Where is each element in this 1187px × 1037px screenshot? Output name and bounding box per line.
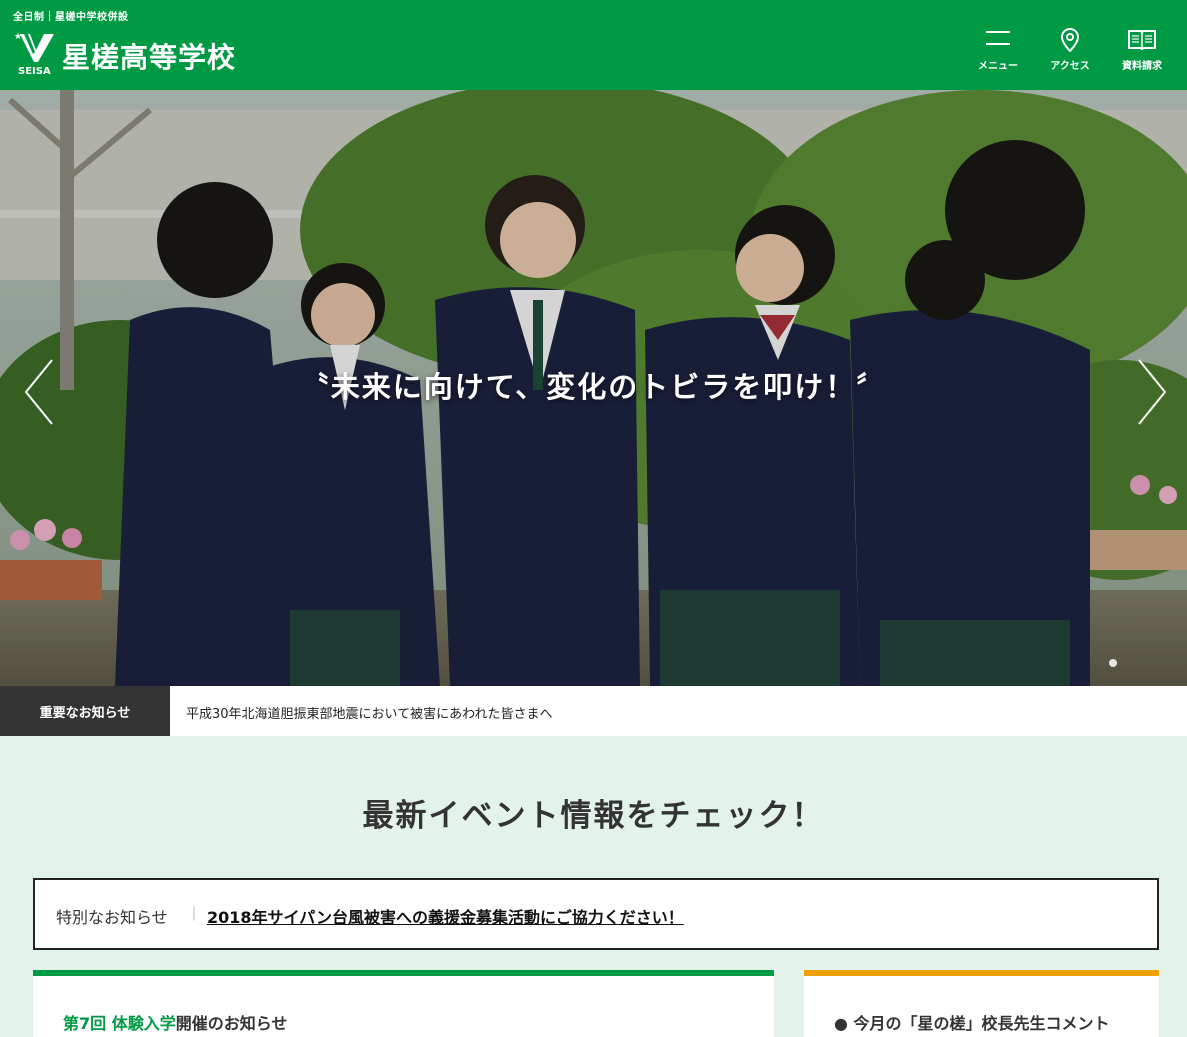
slider-next-button[interactable] — [1135, 356, 1169, 428]
events-section-title: 最新イベント情報をチェック！ — [362, 798, 825, 834]
important-notice-bar: 重要なお知らせ 平成30年北海道胆振東部地震において被害にあわれた皆さまへ — [0, 686, 1187, 736]
special-notice-box: 特別なお知らせ ｜ 2018年サイパン台風被害への義援金募集活動にご協力ください… — [33, 878, 1159, 950]
hero-caption: 〝未来に向けて、変化のトビラを叩け！〞 — [299, 370, 888, 404]
chevron-left-icon — [24, 359, 53, 425]
school-name[interactable]: 星槎高等学校 — [62, 36, 236, 76]
header-subtitle: 全日制｜星槎中学校併設 — [13, 12, 129, 23]
principal-comment-card[interactable]: ● 今月の「星の槎」校長先生コメント — [804, 970, 1159, 1037]
hero-slider: 〝未来に向けて、変化のトビラを叩け！〞 — [0, 90, 1187, 686]
principal-comment-title: ● 今月の「星の槎」校長先生コメント — [834, 1014, 1110, 1033]
brochure-label: 資料請求 — [1122, 61, 1162, 72]
special-notice-label: 特別なお知らせ — [56, 908, 168, 927]
book-icon — [1128, 30, 1156, 50]
slider-prev-button[interactable] — [22, 356, 56, 428]
menu-button[interactable]: メニュー — [968, 28, 1028, 80]
special-notice-link[interactable]: 2018年サイパン台風被害への義援金募集活動にご協力ください！ — [207, 904, 684, 928]
event-card[interactable]: 第7回 体験入学開催のお知らせ — [33, 970, 774, 1037]
chevron-right-icon — [1138, 359, 1167, 425]
event-card-title: 第7回 体験入学開催のお知らせ — [63, 1010, 287, 1034]
special-notice-separator: ｜ — [187, 907, 201, 923]
important-notice-label: 重要なお知らせ — [0, 686, 170, 736]
important-notice-link[interactable]: 平成30年北海道胆振東部地震において被害にあわれた皆さまへ — [186, 703, 553, 722]
menu-label: メニュー — [978, 61, 1018, 72]
event-card-title-rest: 開催のお知らせ — [175, 1014, 288, 1033]
access-button[interactable]: アクセス — [1040, 28, 1100, 80]
site-header: 全日制｜星槎中学校併設 ★ SEISA 星槎高等学校 メニュー アクセス 資料請… — [0, 0, 1187, 90]
menu-icon — [986, 31, 1010, 45]
logo-icon: ★ SEISA — [14, 32, 54, 77]
map-pin-icon — [1060, 28, 1080, 52]
logo-text: SEISA — [18, 66, 51, 76]
brochure-request-button[interactable]: 資料請求 — [1112, 28, 1172, 80]
svg-text:★: ★ — [14, 32, 22, 42]
event-card-title-highlight: 第7回 体験入学 — [63, 1014, 176, 1033]
access-label: アクセス — [1050, 61, 1090, 72]
school-logo[interactable]: ★ SEISA — [14, 30, 58, 77]
slider-dot[interactable] — [1109, 659, 1117, 667]
